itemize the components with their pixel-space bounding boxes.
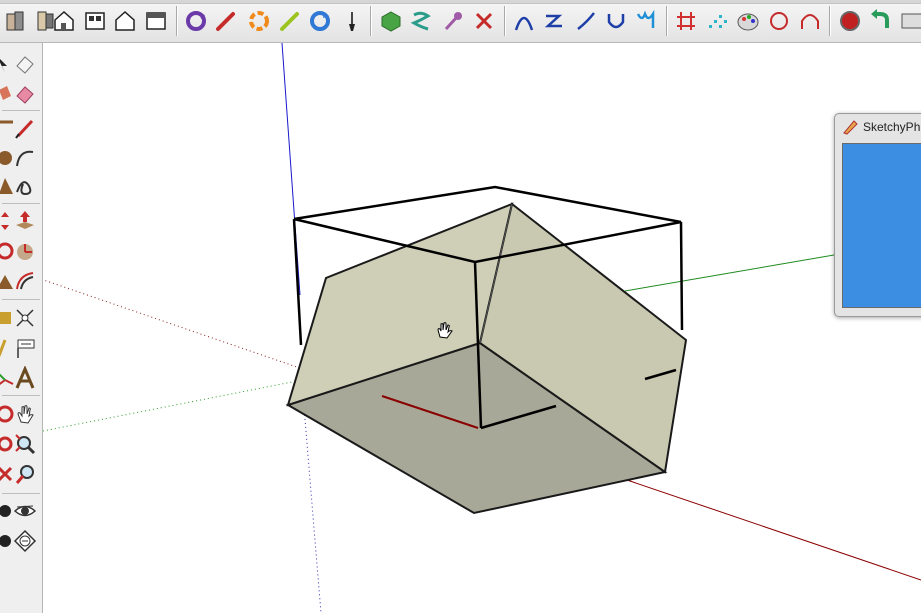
offset-orange-icon[interactable]	[245, 6, 273, 36]
record-icon[interactable]	[836, 6, 864, 36]
refresh-blue-icon[interactable]	[306, 6, 334, 36]
delete-red-x-icon[interactable]	[470, 6, 498, 36]
eraser-pink-icon[interactable]	[12, 81, 38, 107]
house-outline-icon[interactable]	[111, 6, 139, 36]
section-plane-icon[interactable]	[12, 528, 38, 554]
undo-green-icon[interactable]	[866, 6, 894, 36]
sketchup-pencil-icon	[843, 120, 858, 135]
follow-me-icon[interactable]	[12, 238, 38, 264]
toolbar-separator	[370, 6, 372, 36]
orbit-purple-icon[interactable]	[182, 6, 210, 36]
dome-red-icon[interactable]	[796, 6, 824, 36]
palette-icon[interactable]	[734, 6, 762, 36]
sketchyphysics-dialog[interactable]: SketchyPh	[834, 113, 921, 317]
house-top-icon[interactable]	[81, 6, 109, 36]
modeling-viewport[interactable]	[43, 43, 921, 613]
dialog-titlebar[interactable]: SketchyPh	[835, 114, 921, 140]
3d-text-icon[interactable]	[12, 365, 38, 391]
left-tool-palette	[0, 43, 43, 613]
palette-separator	[2, 203, 40, 204]
dimension-tool-icon[interactable]	[12, 305, 38, 331]
zigzag-blue-icon[interactable]	[540, 6, 568, 36]
nav-icon[interactable]	[897, 6, 921, 36]
toolbar-separator	[504, 6, 506, 36]
eraser-white-icon[interactable]	[12, 51, 38, 77]
house-side-icon[interactable]	[142, 6, 170, 36]
palette-separator	[2, 110, 40, 111]
pan-hand-icon[interactable]	[12, 401, 38, 427]
spring-blue-icon[interactable]	[632, 6, 660, 36]
freehand-tool-icon[interactable]	[12, 173, 38, 199]
dialog-content-panel[interactable]	[842, 143, 921, 308]
paintbrush-icon[interactable]	[338, 6, 366, 36]
rotated-box-model[interactable]	[285, 202, 688, 515]
cube-green-icon[interactable]	[377, 6, 405, 36]
view-iso-icon[interactable]	[2, 6, 30, 36]
toolbar-separator	[829, 6, 831, 36]
blue-axis-dotted	[302, 394, 322, 613]
house-icon[interactable]	[50, 6, 78, 36]
arc-tool-icon[interactable]	[12, 145, 38, 171]
look-around-eye-icon[interactable]	[12, 498, 38, 524]
hook-blue-icon[interactable]	[602, 6, 630, 36]
text-tool-icon[interactable]	[12, 335, 38, 361]
arc-blue-icon[interactable]	[510, 6, 538, 36]
circle-red-icon[interactable]	[765, 6, 793, 36]
offset-tool-icon[interactable]	[12, 268, 38, 294]
push-pull-icon[interactable]	[12, 208, 38, 234]
zoom-window-icon[interactable]	[12, 431, 38, 457]
palette-separator	[2, 299, 40, 300]
dialog-title: SketchyPh	[863, 120, 921, 134]
palette-separator	[2, 395, 40, 396]
previous-view-icon[interactable]	[12, 461, 38, 487]
palette-separator	[2, 493, 40, 494]
pencil-icon[interactable]	[12, 115, 38, 141]
pencil-yellow-icon[interactable]	[276, 6, 304, 36]
grid-red-icon[interactable]	[672, 6, 700, 36]
spring-teal-icon[interactable]	[407, 6, 435, 36]
pencil-red-icon[interactable]	[212, 6, 240, 36]
main-toolbar	[0, 0, 921, 43]
toolbar-separator	[666, 6, 668, 36]
dots-cyan-icon[interactable]	[703, 6, 731, 36]
toolbar-separator	[176, 6, 178, 36]
toolbar-top-strip	[0, 0, 921, 4]
pin-purple-icon[interactable]	[440, 6, 468, 36]
line-blue-icon[interactable]	[572, 6, 600, 36]
